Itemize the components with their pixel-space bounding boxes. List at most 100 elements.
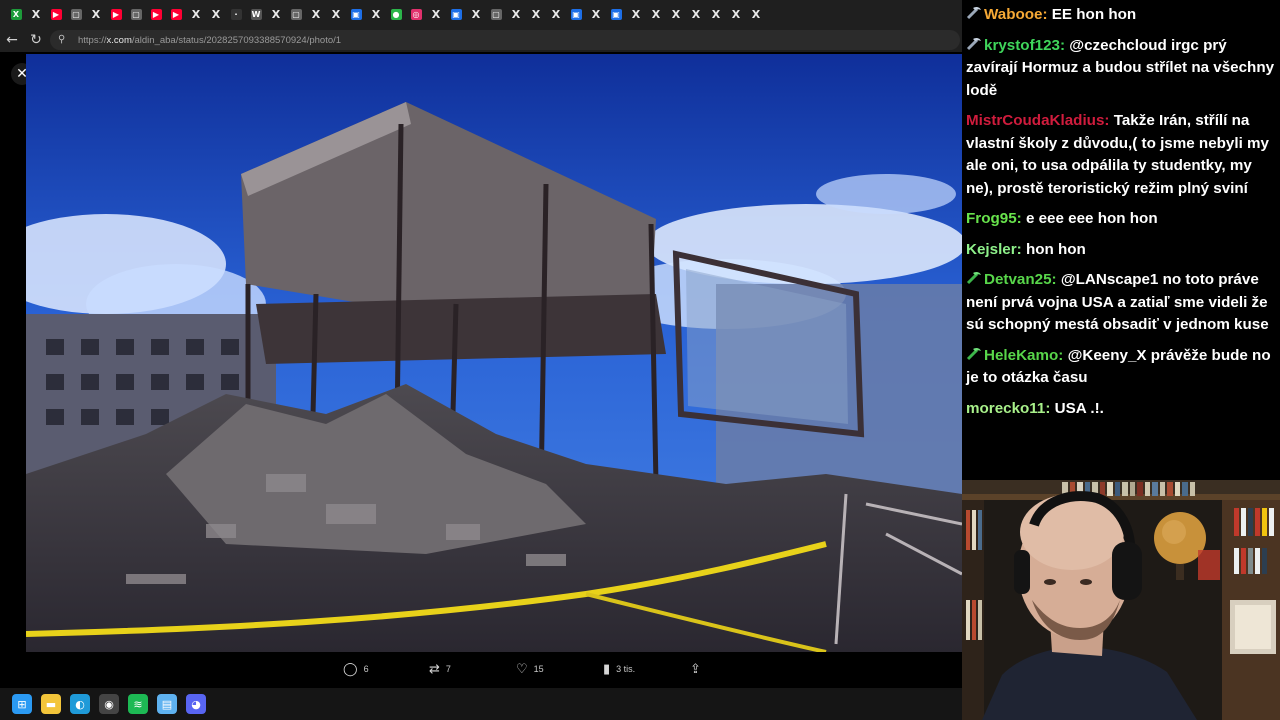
- blue-page-icon: ▣: [350, 8, 362, 20]
- browser-tab[interactable]: X: [86, 0, 106, 28]
- chat-message: morecko11: USA .!.: [966, 398, 1276, 421]
- chat-username[interactable]: krystof123:: [984, 37, 1065, 54]
- site-info-icon[interactable]: ⚲: [58, 34, 70, 46]
- chat-message-text: USA .!.: [1054, 399, 1104, 417]
- browser-tab[interactable]: ▢: [286, 0, 306, 28]
- browser-window: X X ▶ ▢ X ▶ ▢ ▶ ▶ X X · W X ▢ X X ▣ X ● ◎ X ▣ X ▢ X X X ▣ X ▣ X X X X X X X ←…: [0, 0, 962, 688]
- discord-icon[interactable]: ◕: [186, 694, 206, 714]
- x-logo-icon: X: [10, 8, 22, 20]
- browser-tab[interactable]: ▶: [106, 0, 126, 28]
- like-button[interactable]: ♡ 15: [516, 658, 544, 680]
- browser-tab[interactable]: X: [506, 0, 526, 28]
- browser-tab[interactable]: X: [306, 0, 326, 28]
- browser-tab[interactable]: X: [646, 0, 666, 28]
- chat-username[interactable]: Frog95:: [966, 210, 1022, 227]
- navigation-bar: ← ↻ ⚲ https://x.com/aldin_aba/status/202…: [0, 28, 962, 52]
- browser-tab[interactable]: ◎: [406, 0, 426, 28]
- browser-tab[interactable]: X: [266, 0, 286, 28]
- chat-message-text: EE hon hon: [1051, 6, 1137, 23]
- browser-tab[interactable]: X: [746, 0, 766, 28]
- browser-tab[interactable]: X: [466, 0, 486, 28]
- browser-tab[interactable]: X: [626, 0, 646, 28]
- browser-tab[interactable]: X: [366, 0, 386, 28]
- green-circle-icon: ●: [390, 8, 402, 20]
- browser-tab[interactable]: X: [586, 0, 606, 28]
- blue-page-icon: ▣: [610, 8, 622, 20]
- post-photo[interactable]: [26, 54, 962, 652]
- browser-tab[interactable]: W: [246, 0, 266, 28]
- x-logo-icon: X: [431, 7, 441, 21]
- x-logo-icon: X: [751, 7, 761, 21]
- browser-tab[interactable]: X: [426, 0, 446, 28]
- share-button[interactable]: ⇪: [690, 658, 701, 680]
- chat-message-text: hon hon: [1025, 240, 1086, 258]
- browser-tab[interactable]: ▣: [346, 0, 366, 28]
- generic-page-icon: ·: [230, 8, 242, 20]
- obs-icon[interactable]: ◉: [99, 694, 119, 714]
- url-path: /aldin_aba/status/2028257093388570924/ph…: [131, 34, 342, 46]
- chat-username[interactable]: HeleKamo:: [984, 347, 1063, 364]
- tab-strip: X X ▶ ▢ X ▶ ▢ ▶ ▶ X X · W X ▢ X X ▣ X ● ◎ X ▣ X ▢ X X X ▣ X ▣ X X X X X X X: [0, 0, 962, 28]
- browser-tab[interactable]: X: [686, 0, 706, 28]
- x-logo-icon: X: [91, 7, 101, 21]
- browser-tab[interactable]: ▣: [566, 0, 586, 28]
- url-text: https://x.com/aldin_aba/status/202825709…: [78, 35, 341, 46]
- chat-message: HeleKamo: @Keeny_X právěže bude no je to…: [966, 345, 1276, 390]
- address-bar[interactable]: ⚲ https://x.com/aldin_aba/status/2028257…: [50, 30, 960, 50]
- chat-username[interactable]: morecko11:: [966, 400, 1050, 417]
- browser-tab[interactable]: ▢: [126, 0, 146, 28]
- browser-tab[interactable]: X: [546, 0, 566, 28]
- chat-username[interactable]: Wabooe:: [984, 6, 1048, 23]
- chat-message: Wabooe: EE hon hon: [966, 4, 1276, 27]
- chat-message: MistrCoudaKladius: Takže Irán, střílí na…: [966, 110, 1276, 200]
- chat-message-text: e eee eee hon hon: [1025, 210, 1158, 227]
- browser-tab[interactable]: ▣: [606, 0, 626, 28]
- repost-button[interactable]: ⇄ 7: [429, 658, 451, 680]
- browser-tab[interactable]: ▢: [486, 0, 506, 28]
- browser-tab[interactable]: X: [6, 0, 26, 28]
- stream-chat: Wabooe: EE hon hon krystof123: @czechclou…: [962, 0, 1280, 480]
- browser-tab[interactable]: ▶: [166, 0, 186, 28]
- browser-tab[interactable]: ▶: [46, 0, 66, 28]
- generic-page-icon: ▢: [490, 8, 502, 20]
- browser-tab[interactable]: X: [526, 0, 546, 28]
- x-logo-icon: X: [551, 7, 561, 21]
- x-logo-icon: X: [711, 7, 721, 21]
- browser-tab[interactable]: X: [706, 0, 726, 28]
- url-prefix: https://: [78, 34, 107, 46]
- browser-tab[interactable]: ▶: [146, 0, 166, 28]
- youtube-icon: ▶: [110, 8, 122, 20]
- file-explorer-icon[interactable]: ▬: [41, 694, 61, 714]
- browser-tab[interactable]: X: [666, 0, 686, 28]
- green-badge-icon: [966, 270, 982, 285]
- browser-tab[interactable]: ●: [386, 0, 406, 28]
- browser-tab[interactable]: X: [326, 0, 346, 28]
- spotify-icon[interactable]: ≋: [128, 694, 148, 714]
- browser-tab[interactable]: X: [26, 0, 46, 28]
- heart-icon: ♡: [516, 661, 528, 677]
- destroyed-building-photo: [26, 54, 962, 652]
- browser-tab[interactable]: ·: [226, 0, 246, 28]
- x-logo-icon: X: [331, 7, 341, 21]
- reload-icon[interactable]: ↻: [24, 28, 48, 52]
- chat-message: krystof123: @czechcloud irgc prý zavíraj…: [966, 35, 1276, 103]
- views-button[interactable]: ▮ 3 tis.: [603, 658, 635, 680]
- edge-browser-icon[interactable]: ◐: [70, 694, 90, 714]
- windows-start-icon[interactable]: ⊞: [12, 694, 32, 714]
- x-logo-icon: X: [311, 7, 321, 21]
- url-domain: x.com: [106, 34, 132, 46]
- browser-tab[interactable]: X: [186, 0, 206, 28]
- youtube-icon: ▶: [50, 8, 62, 20]
- browser-tab[interactable]: X: [206, 0, 226, 28]
- notepad-icon[interactable]: ▤: [157, 694, 177, 714]
- browser-tab[interactable]: ▢: [66, 0, 86, 28]
- browser-tab[interactable]: X: [726, 0, 746, 28]
- reply-button[interactable]: ◯ 6: [343, 658, 369, 680]
- chat-username[interactable]: Detvan25:: [984, 271, 1057, 288]
- chat-username[interactable]: MistrCoudaKladius:: [966, 112, 1109, 129]
- browser-tab[interactable]: ▣: [446, 0, 466, 28]
- chat-message: Detvan25: @LANscape1 no toto práve není …: [966, 269, 1276, 337]
- chat-username[interactable]: Kejsler:: [966, 241, 1022, 258]
- back-arrow-icon[interactable]: ←: [0, 28, 24, 52]
- reply-icon: ◯: [343, 661, 358, 677]
